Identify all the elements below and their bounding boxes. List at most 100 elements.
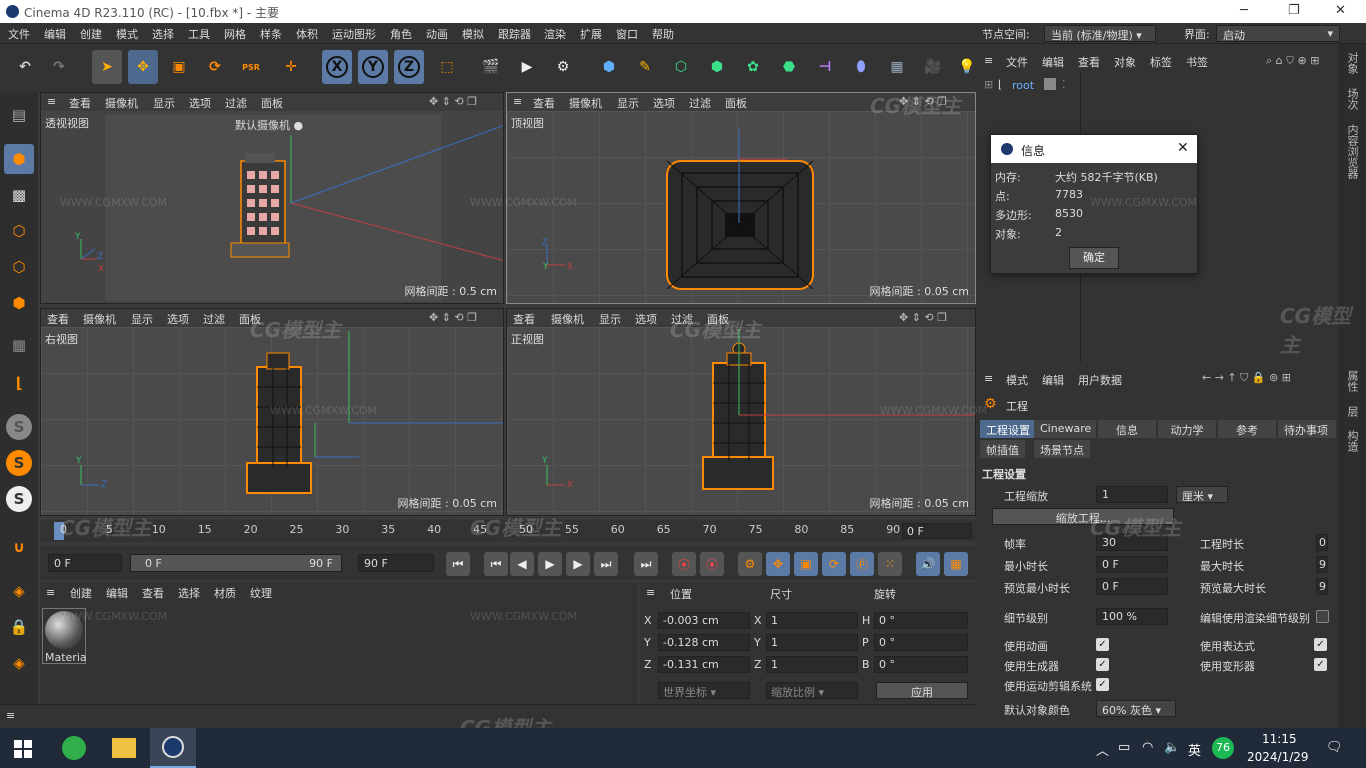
menu-edit[interactable]: 编辑 xyxy=(44,26,66,42)
vp-menu-display[interactable]: 显示 xyxy=(617,95,639,111)
key-scale-icon[interactable]: ▣ xyxy=(794,552,818,576)
snap-settings-icon[interactable]: S xyxy=(6,450,32,476)
menu-extensions[interactable]: 扩展 xyxy=(580,26,602,42)
pen-spline-icon[interactable]: ✎ xyxy=(630,50,660,84)
lod-field[interactable]: 100 % xyxy=(1096,608,1168,625)
tab-key-interpolation[interactable]: 帧插值 xyxy=(980,440,1025,458)
uv-mode-icon[interactable]: ▦ xyxy=(4,330,34,360)
grid-workplane-icon[interactable]: ◈ xyxy=(4,648,34,678)
vp-menu-camera[interactable]: 摄像机 xyxy=(83,311,116,327)
vp-menu-display[interactable]: 显示 xyxy=(131,311,153,327)
use-expressions-checkbox[interactable]: ✓ xyxy=(1314,638,1327,651)
viewport-nav-icons[interactable]: ✥ ⇕ ⟲ ❐ xyxy=(429,311,477,324)
end-frame-field[interactable]: 90 F xyxy=(358,554,434,572)
cloner-icon[interactable]: ✿ xyxy=(738,50,768,84)
start-frame-field[interactable]: 0 F xyxy=(48,554,122,572)
x-axis-toggle[interactable]: X xyxy=(322,50,352,84)
obj-menu-object[interactable]: 对象 xyxy=(1114,54,1136,70)
tab-todo[interactable]: 待办事项 xyxy=(1278,420,1336,438)
pos-z-field[interactable]: -0.131 cm xyxy=(658,656,750,673)
file-explorer-icon[interactable] xyxy=(112,738,136,758)
viewport-nav-icons[interactable]: ✥ ⇕ ⟲ ❐ xyxy=(899,311,947,324)
vp-menu-options[interactable]: 选项 xyxy=(653,95,675,111)
cinema4d-taskbar-button[interactable] xyxy=(150,728,196,768)
points-mode-icon[interactable]: ⬡ xyxy=(4,216,34,246)
autokey-icon[interactable]: ⦿ xyxy=(700,552,724,576)
objmgr-menu-icon[interactable]: ≡ xyxy=(984,54,993,67)
film-icon[interactable]: ▦ xyxy=(944,552,968,576)
pos-y-field[interactable]: -0.128 cm xyxy=(658,634,750,651)
vp-menu-view[interactable]: 查看 xyxy=(69,95,91,111)
min-time-field[interactable]: 0 F xyxy=(1096,556,1168,573)
vp-menu-view[interactable]: 查看 xyxy=(533,95,555,111)
polygons-mode-icon[interactable]: ⬢ xyxy=(4,288,34,318)
side-tab-attributes[interactable]: 属性 xyxy=(1344,370,1360,392)
vp-menu-panel[interactable]: 面板 xyxy=(261,95,283,111)
side-tab-layers[interactable]: 层 xyxy=(1344,406,1360,417)
rotate-tool-icon[interactable]: ⟳ xyxy=(200,50,230,84)
vp-menu-view[interactable]: 查看 xyxy=(47,311,69,327)
battery-icon[interactable]: ▭ xyxy=(1118,740,1130,755)
menu-animate[interactable]: 动画 xyxy=(426,26,448,42)
magnet-icon[interactable]: ∪ xyxy=(4,532,34,562)
vp-menu-camera[interactable]: 摄像机 xyxy=(551,311,584,327)
key-param-icon[interactable]: Ⓟ xyxy=(850,552,874,576)
windows-start-icon[interactable] xyxy=(14,740,32,758)
browser-icon[interactable] xyxy=(62,736,86,760)
move-select-icon[interactable]: ➤ xyxy=(92,50,122,84)
vp-menu-display[interactable]: 显示 xyxy=(599,311,621,327)
menu-create[interactable]: 创建 xyxy=(80,26,102,42)
vp-menu-options[interactable]: 选项 xyxy=(635,311,657,327)
material-menu-icon[interactable]: ≡ xyxy=(46,586,55,599)
record-icon[interactable]: ⦿ xyxy=(672,552,696,576)
project-scale-field[interactable]: 1 xyxy=(1096,486,1168,503)
use-animation-checkbox[interactable]: ✓ xyxy=(1096,638,1109,651)
workplane-snap-icon[interactable]: S xyxy=(6,486,32,512)
menu-window[interactable]: 窗口 xyxy=(616,26,638,42)
field-icon[interactable]: ⬮ xyxy=(846,50,876,84)
vp-menu-filter[interactable]: 过滤 xyxy=(225,95,247,111)
ok-button[interactable]: 确定 xyxy=(1069,247,1119,269)
mograph-icon[interactable]: ⬣ xyxy=(774,50,804,84)
lock-workplane-icon[interactable]: 🔒 xyxy=(4,612,34,642)
axis-mode-icon[interactable]: ⌊ xyxy=(4,368,34,398)
rot-h-field[interactable]: 0 ° xyxy=(874,612,968,629)
tab-scene-nodes[interactable]: 场景节点 xyxy=(1034,440,1090,458)
obj-menu-edit[interactable]: 编辑 xyxy=(1042,54,1064,70)
apply-button[interactable]: 应用 xyxy=(876,682,968,699)
redo-icon[interactable]: ↷ xyxy=(44,50,74,84)
workplane-icon[interactable]: ◈ xyxy=(4,576,34,606)
undo-icon[interactable]: ↶ xyxy=(10,50,40,84)
coord-mode-dropdown[interactable]: 世界坐标 ▾ xyxy=(658,682,750,699)
project-scale-unit-dropdown[interactable]: 厘米 ▾ xyxy=(1176,486,1228,503)
menu-character[interactable]: 角色 xyxy=(390,26,412,42)
attrmgr-menu-icon[interactable]: ≡ xyxy=(984,372,993,385)
model-mode-icon[interactable]: ⬢ xyxy=(4,144,34,174)
render-view-icon[interactable]: 🎬 xyxy=(476,50,506,84)
tab-cineware[interactable]: Cineware xyxy=(1034,420,1096,438)
next-key-icon[interactable]: ⏭ xyxy=(594,552,618,576)
frame-range-slider[interactable]: 0 F 90 F xyxy=(130,554,342,572)
deformer-icon[interactable]: ⊣ xyxy=(810,50,840,84)
close-button[interactable]: ✕ xyxy=(1335,3,1346,18)
menu-tracker[interactable]: 跟踪器 xyxy=(498,26,531,42)
visibility-dots-icon[interactable]: ⁚ xyxy=(1062,78,1066,91)
tab-info[interactable]: 信息 xyxy=(1098,420,1156,438)
mat-menu-texture[interactable]: 纹理 xyxy=(250,585,272,601)
attr-menu-userdata[interactable]: 用户数据 xyxy=(1078,372,1122,388)
layer-tag-icon[interactable] xyxy=(1044,78,1056,90)
obj-menu-tags[interactable]: 标签 xyxy=(1150,54,1172,70)
tab-dynamics[interactable]: 动力学 xyxy=(1158,420,1216,438)
menu-mode[interactable]: 模式 xyxy=(116,26,138,42)
vp-menu-camera[interactable]: 摄像机 xyxy=(105,95,138,111)
rot-b-field[interactable]: 0 ° xyxy=(874,656,968,673)
prev-frame-icon[interactable]: ◀ xyxy=(510,552,534,576)
coord-scale-dropdown[interactable]: 缩放比例 ▾ xyxy=(766,682,858,699)
tab-reference[interactable]: 参考 xyxy=(1218,420,1276,438)
goto-start-icon[interactable]: ⏮ xyxy=(446,552,470,576)
y-axis-toggle[interactable]: Y xyxy=(358,50,388,84)
clock-date[interactable]: 2024/1/29 xyxy=(1247,750,1309,764)
mat-menu-select[interactable]: 选择 xyxy=(178,585,200,601)
z-axis-toggle[interactable]: Z xyxy=(394,50,424,84)
key-rotation-icon[interactable]: ⟳ xyxy=(822,552,846,576)
